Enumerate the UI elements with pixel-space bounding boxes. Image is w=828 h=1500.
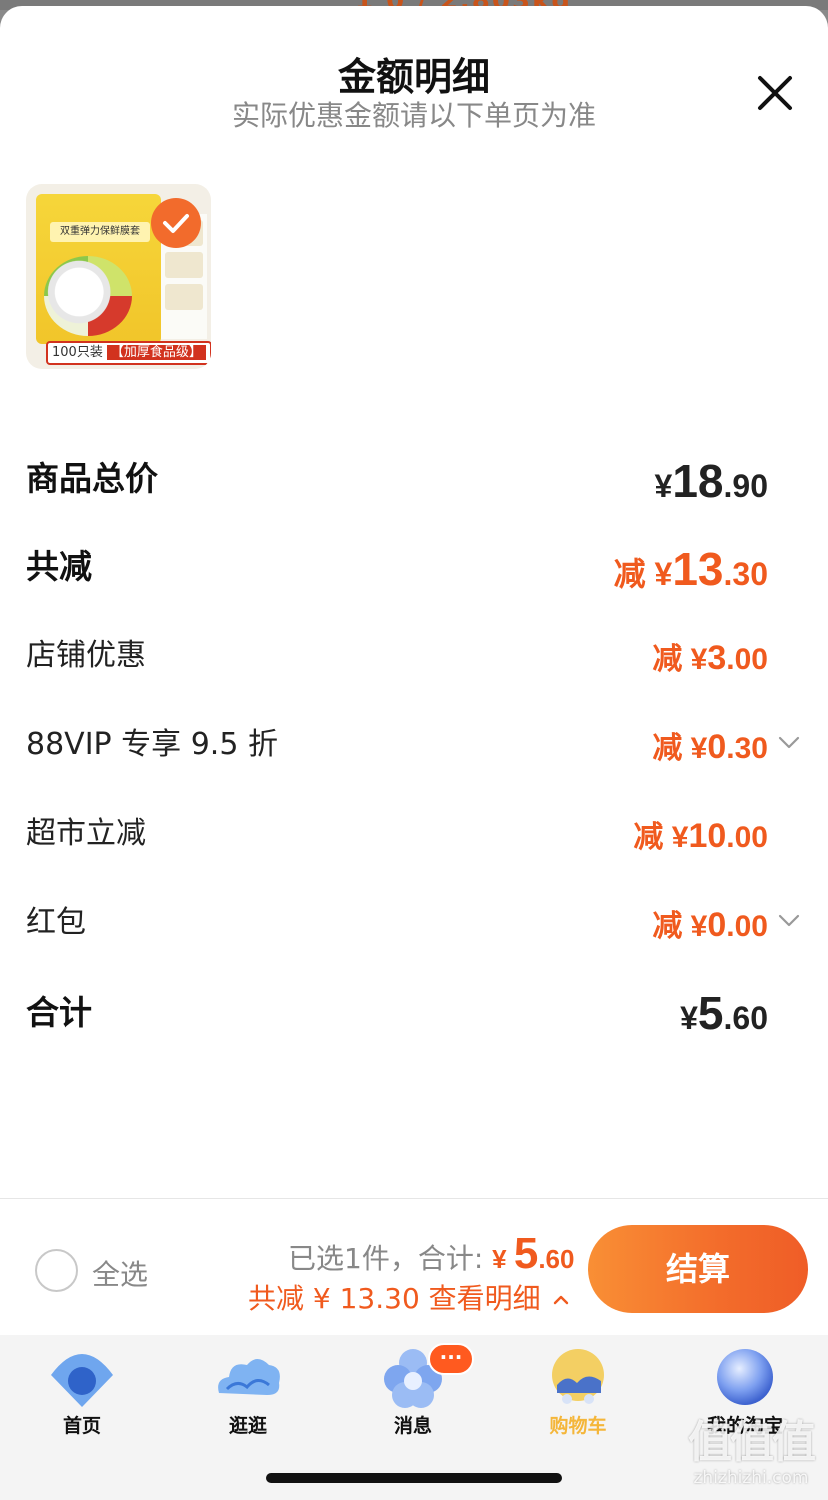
product-checkbox[interactable] [151, 198, 201, 248]
red-packet-label: 红包 [26, 905, 86, 940]
store-discount-row: 店铺优惠 减 ¥3.00 [26, 630, 802, 690]
tab-label: 消息 [393, 1415, 432, 1437]
vip-expand-button[interactable] [776, 729, 802, 755]
sheet-title: 金额明细 [337, 55, 490, 99]
tab-label: 购物车 [549, 1415, 607, 1437]
package-text: 双重弹力保鲜膜套 [50, 222, 150, 242]
value-dec: .00 [726, 643, 768, 676]
value-dec: .30 [726, 732, 768, 765]
goods-total-row: 商品总价 ¥18.90 [26, 452, 802, 512]
value-dec: .00 [726, 910, 768, 943]
home-indicator[interactable] [266, 1473, 562, 1483]
cart-icon [552, 1349, 604, 1404]
supermarket-discount-row: 超市立减 减 ¥10.00 [26, 808, 802, 868]
chevron-up-icon [553, 1295, 568, 1305]
summary-total: ¥ 5.60 [492, 1229, 575, 1278]
checkout-button[interactable]: 结算 [588, 1225, 808, 1313]
selected-summary: 已选1件，合计: ¥ 5.60 [288, 1229, 574, 1279]
value-prefix: ¥ [680, 1000, 698, 1036]
label-tag: 【加厚食品级】 [106, 345, 206, 360]
amount-detail-sheet: 金额明细 实际优惠金额请以下单页为准 双重弹力保鲜膜套 100只装 【加厚食品级】… [0, 6, 828, 1336]
product-package: 双重弹力保鲜膜套 [36, 194, 161, 344]
value-dec: .30 [723, 556, 768, 592]
total-prefix: ¥ [492, 1244, 514, 1274]
cloud-icon [218, 1359, 280, 1395]
sum-label: 合计 [26, 993, 92, 1032]
profile-orb-icon [717, 1349, 773, 1405]
discount-text: 共减 ¥ 13.30 查看明细 [248, 1282, 541, 1315]
tab-label: 逛逛 [228, 1415, 267, 1437]
view-details-link[interactable]: 共减 ¥ 13.30 查看明细 [248, 1277, 572, 1317]
home-icon [51, 1354, 113, 1407]
select-all-radio[interactable] [35, 1249, 78, 1292]
value-prefix: 减 ¥ [652, 910, 708, 943]
store-discount-label: 店铺优惠 [26, 638, 146, 673]
value-prefix: 减 ¥ [613, 556, 673, 592]
message-badge: ··· [428, 1343, 474, 1375]
supermarket-discount-value: 减 ¥10.00 [633, 812, 768, 856]
value-dec: .90 [723, 468, 768, 504]
cart-summary-bar: 全选 已选1件，合计: ¥ 5.60 共减 ¥ 13.30 查看明细 结算 [0, 1198, 828, 1336]
total-discount-label: 共减 [26, 547, 92, 586]
value-int: 0 [707, 728, 727, 766]
close-icon [758, 76, 792, 110]
tab-label: 首页 [62, 1415, 101, 1437]
product-label: 100只装 【加厚食品级】 [46, 341, 211, 365]
total-dec: .60 [538, 1244, 575, 1274]
goods-total-label: 商品总价 [26, 459, 158, 498]
value-prefix: 减 ¥ [652, 643, 708, 676]
value-int: 3 [707, 639, 727, 677]
total-discount-value: 减 ¥13.30 [614, 542, 768, 596]
sheet-subtitle: 实际优惠金额请以下单页为准 [231, 99, 596, 132]
total-discount-row: 共减 减 ¥13.30 [26, 540, 802, 600]
tab-cart[interactable]: 购物车 [523, 1343, 633, 1443]
red-packet-row[interactable]: 红包 减 ¥0.00 [26, 897, 802, 957]
sum-row: 合计 ¥5.60 [26, 986, 802, 1046]
close-button[interactable] [750, 68, 800, 118]
red-packet-expand-button[interactable] [776, 907, 802, 933]
chevron-down-icon [778, 736, 800, 749]
label-count: 100只装 [52, 345, 103, 360]
selected-text: 已选1件，合计: [288, 1242, 493, 1275]
store-discount-value: 减 ¥3.00 [652, 634, 768, 678]
vip-discount-value: 减 ¥0.30 [652, 723, 768, 767]
watermark-url: zhizhizhi.com [693, 1468, 809, 1488]
checkmark-icon [163, 214, 189, 233]
supermarket-discount-label: 超市立减 [26, 816, 146, 851]
value-prefix: ¥ [654, 468, 673, 504]
vip-discount-row[interactable]: 88VIP 专享 9.5 折 减 ¥0.30 [26, 719, 802, 779]
value-int: 18 [672, 455, 724, 507]
site-watermark: 值值值 zhizhizhi.com [676, 1418, 826, 1498]
sum-value: ¥5.60 [680, 986, 768, 1040]
goods-total-value: ¥18.90 [655, 454, 768, 508]
value-int: 5 [697, 987, 724, 1039]
value-dec: .60 [723, 1000, 768, 1036]
value-prefix: 减 ¥ [652, 732, 708, 765]
value-int: 0 [707, 906, 727, 944]
value-dec: .00 [726, 821, 768, 854]
tab-home[interactable]: 首页 [27, 1343, 137, 1443]
red-packet-value: 减 ¥0.00 [652, 901, 768, 945]
select-all-label[interactable]: 全选 [92, 1253, 148, 1293]
fruit-plate-image [44, 256, 132, 336]
vip-discount-label: 88VIP 专享 9.5 折 [26, 727, 278, 762]
value-prefix: 减 ¥ [633, 821, 689, 854]
value-int: 10 [688, 817, 727, 855]
total-int: 5 [513, 1229, 539, 1278]
value-int: 13 [672, 543, 724, 595]
chevron-down-icon [778, 914, 800, 927]
tab-discover[interactable]: 逛逛 [193, 1343, 303, 1443]
watermark-big-text: 值值值 [688, 1417, 816, 1468]
